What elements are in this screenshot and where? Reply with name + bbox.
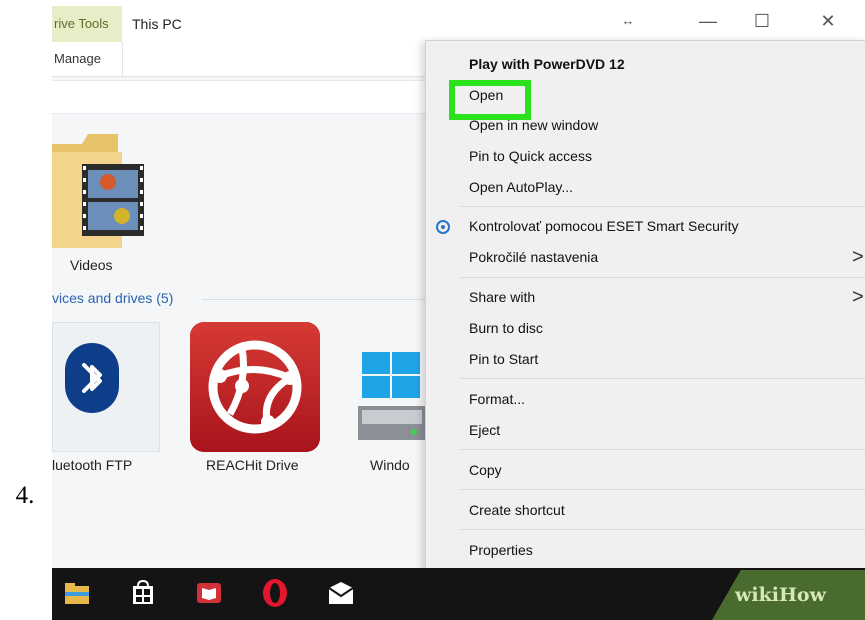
menu-item-format[interactable]: Format... [469, 387, 525, 411]
context-menu: Play with PowerDVD 12 Open Open in new w… [425, 40, 865, 570]
maximize-button[interactable]: ☐ [746, 8, 778, 34]
opera-icon[interactable] [260, 578, 290, 608]
bluetooth-icon [65, 343, 119, 413]
menu-item-pin-to-quick-access[interactable]: Pin to Quick access [469, 144, 592, 168]
menu-item-copy[interactable]: Copy [469, 458, 502, 482]
eset-radio-icon [436, 220, 450, 234]
menu-item-properties[interactable]: Properties [469, 538, 533, 562]
devices-and-drives-header[interactable]: vices and drives (5) [52, 290, 173, 306]
section-divider [202, 299, 432, 300]
drive-tools-tab[interactable]: rive Tools [52, 6, 122, 42]
menu-separator [460, 277, 865, 278]
menu-separator [460, 206, 865, 207]
windows-drive-label: Windo [370, 457, 410, 473]
videos-folder-icon[interactable] [52, 134, 150, 248]
chevron-right-icon: > [852, 246, 864, 268]
videos-label: Videos [70, 257, 113, 273]
screenshot-area: rive Tools This PC ↔ — ☐ ✕ Manage Videos… [52, 0, 865, 620]
pin-icon[interactable]: ↔ [612, 8, 644, 34]
chevron-right-icon: > [852, 286, 864, 308]
menu-item-share-with[interactable]: Share with [469, 285, 535, 309]
file-explorer-icon[interactable] [62, 578, 92, 608]
menu-item-play-with-powerdvd[interactable]: Play with PowerDVD 12 [469, 52, 625, 76]
window-title: This PC [132, 16, 182, 32]
step-number: 4. [15, 482, 35, 509]
menu-item-pin-to-start[interactable]: Pin to Start [469, 347, 538, 371]
menu-item-eset-scan[interactable]: Kontrolovať pomocou ESET Smart Security [469, 214, 739, 238]
menu-separator [460, 449, 865, 450]
bluetooth-ftp-tile[interactable] [52, 322, 160, 452]
close-button[interactable]: ✕ [812, 8, 844, 34]
menu-item-create-shortcut[interactable]: Create shortcut [469, 498, 565, 522]
windows-drive-icon[interactable] [358, 352, 426, 440]
minimize-button[interactable]: — [692, 8, 724, 34]
menu-separator [460, 378, 865, 379]
menu-item-open-autoplay[interactable]: Open AutoPlay... [469, 175, 573, 199]
bluetooth-ftp-label: luetooth FTP [52, 457, 133, 473]
manage-tab[interactable]: Manage [52, 42, 123, 76]
menu-separator [460, 489, 865, 490]
menu-item-open-in-new-window[interactable]: Open in new window [469, 113, 598, 137]
store-icon[interactable] [128, 578, 158, 608]
reachit-drive-label: REACHit Drive [206, 457, 299, 473]
menu-separator [460, 529, 865, 530]
mail-icon[interactable] [326, 578, 356, 608]
menu-item-advanced-settings[interactable]: Pokročilé nastavenia [469, 245, 598, 269]
reachit-drive-icon[interactable] [190, 322, 320, 452]
reader-app-icon[interactable] [194, 578, 224, 608]
menu-item-eject[interactable]: Eject [469, 418, 500, 442]
title-bar: rive Tools This PC ↔ — ☐ ✕ [52, 0, 865, 42]
wikihow-logo: wikiHow [735, 584, 826, 606]
menu-item-burn-to-disc[interactable]: Burn to disc [469, 316, 543, 340]
